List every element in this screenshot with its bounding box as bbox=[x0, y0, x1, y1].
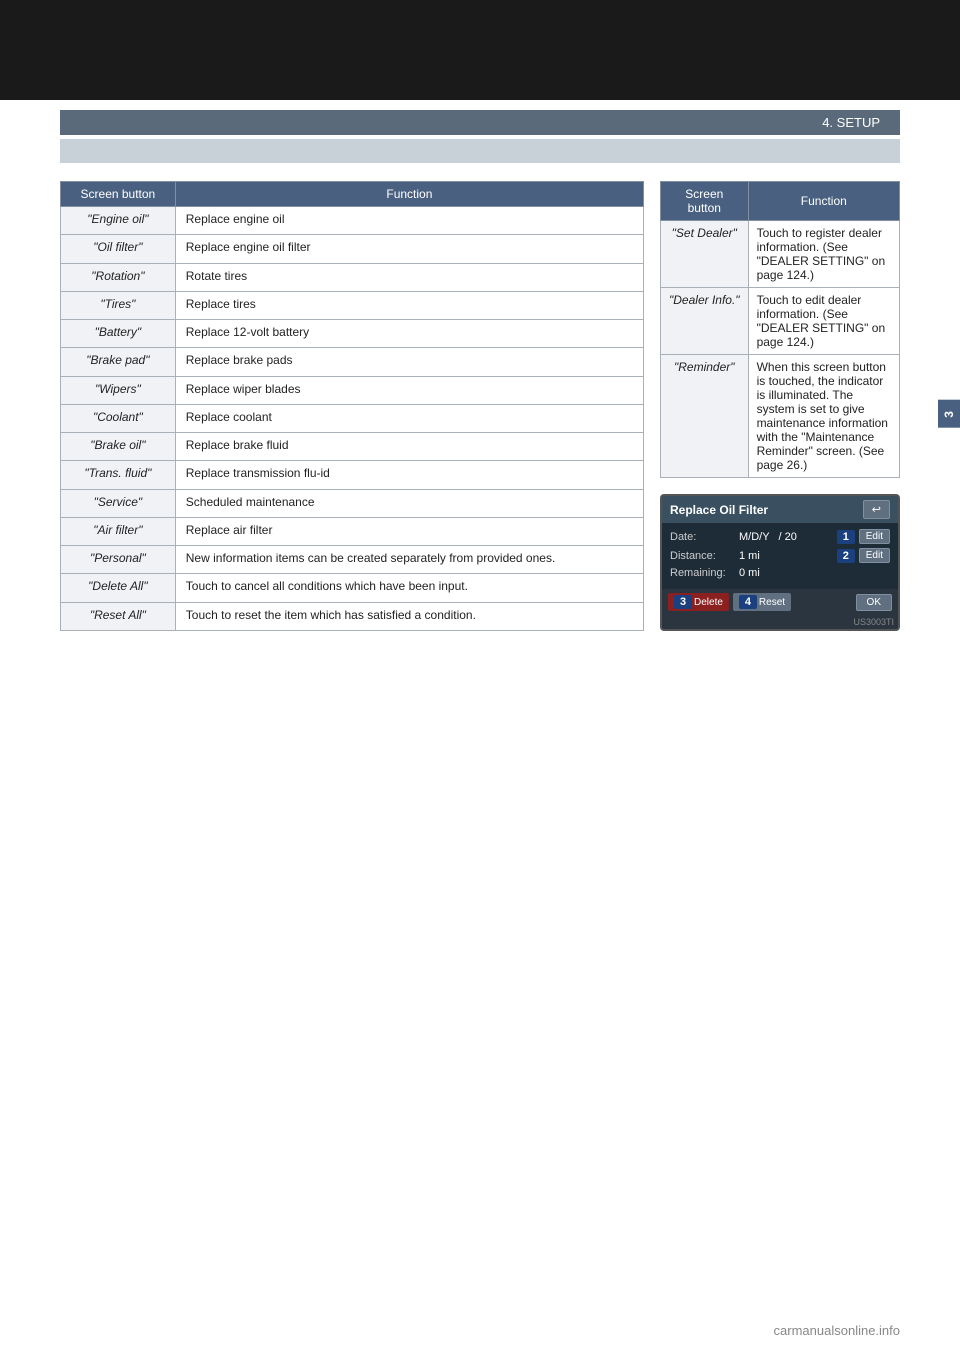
left-table-row-4: "Battery"Replace 12-volt battery bbox=[61, 320, 644, 348]
bottom-logo: carmanualsonline.info bbox=[774, 1323, 900, 1338]
reset-badge: 4 bbox=[739, 595, 757, 609]
left-row-function-11: Replace air filter bbox=[175, 517, 643, 545]
left-row-function-1: Replace engine oil filter bbox=[175, 235, 643, 263]
reset-label: Reset bbox=[759, 597, 785, 608]
left-row-button-9: "Trans. fluid" bbox=[61, 461, 176, 489]
side-tab: 3 bbox=[938, 400, 960, 428]
left-col2-header: Function bbox=[175, 182, 643, 207]
right-row-button-0: "Set Dealer" bbox=[661, 221, 749, 288]
screen-date-row: Date: M/D/Y / 20 1 Edit bbox=[670, 529, 890, 544]
left-table-row-12: "Personal"New information items can be c… bbox=[61, 546, 644, 574]
screen-body: Date: M/D/Y / 20 1 Edit Distance: 1 mi 2… bbox=[662, 523, 898, 589]
right-table-row-2: "Reminder"When this screen button is tou… bbox=[661, 355, 900, 478]
left-row-button-4: "Battery" bbox=[61, 320, 176, 348]
screen-back-button[interactable]: ↩ bbox=[863, 500, 890, 519]
screen-distance-row: Distance: 1 mi 2 Edit bbox=[670, 548, 890, 563]
left-row-function-13: Touch to cancel all conditions which hav… bbox=[175, 574, 643, 602]
left-table: Screen button Function "Engine oil"Repla… bbox=[60, 181, 644, 631]
right-row-button-1: "Dealer Info." bbox=[661, 288, 749, 355]
left-row-button-12: "Personal" bbox=[61, 546, 176, 574]
left-table-row-1: "Oil filter"Replace engine oil filter bbox=[61, 235, 644, 263]
right-row-function-0: Touch to register dealer information. (S… bbox=[748, 221, 899, 288]
distance-value: 1 mi bbox=[739, 550, 833, 562]
left-table-row-3: "Tires"Replace tires bbox=[61, 291, 644, 319]
distance-edit-button[interactable]: Edit bbox=[859, 548, 890, 563]
left-row-button-10: "Service" bbox=[61, 489, 176, 517]
left-row-function-12: New information items can be created sep… bbox=[175, 546, 643, 574]
left-row-button-2: "Rotation" bbox=[61, 263, 176, 291]
left-row-function-8: Replace brake fluid bbox=[175, 433, 643, 461]
right-table-row-1: "Dealer Info."Touch to edit dealer infor… bbox=[661, 288, 900, 355]
left-row-function-0: Replace engine oil bbox=[175, 207, 643, 235]
right-row-function-1: Touch to edit dealer information. (See "… bbox=[748, 288, 899, 355]
left-row-button-7: "Coolant" bbox=[61, 404, 176, 432]
remaining-value: 0 mi bbox=[739, 567, 890, 579]
left-table-row-8: "Brake oil"Replace brake fluid bbox=[61, 433, 644, 461]
ok-button[interactable]: OK bbox=[856, 594, 892, 611]
left-row-function-3: Replace tires bbox=[175, 291, 643, 319]
right-table-row-0: "Set Dealer"Touch to register dealer inf… bbox=[661, 221, 900, 288]
screen-footer: 3 Delete 4 Reset OK bbox=[662, 589, 898, 615]
screen-title: Replace Oil Filter bbox=[670, 503, 768, 517]
left-row-function-5: Replace brake pads bbox=[175, 348, 643, 376]
right-section: Screen button Function "Set Dealer"Touch… bbox=[660, 181, 900, 631]
date-value: M/D/Y / 20 bbox=[739, 531, 833, 543]
section-title: 4. SETUP bbox=[822, 115, 880, 130]
distance-badge: 2 bbox=[837, 549, 855, 563]
left-row-function-2: Rotate tires bbox=[175, 263, 643, 291]
left-row-button-0: "Engine oil" bbox=[61, 207, 176, 235]
delete-badge: 3 bbox=[674, 595, 692, 609]
screen-title-bar: Replace Oil Filter ↩ bbox=[662, 496, 898, 523]
left-row-button-13: "Delete All" bbox=[61, 574, 176, 602]
reset-button[interactable]: 4 Reset bbox=[733, 593, 791, 611]
right-row-button-2: "Reminder" bbox=[661, 355, 749, 478]
left-row-function-7: Replace coolant bbox=[175, 404, 643, 432]
right-col2-header: Function bbox=[748, 182, 899, 221]
left-table-row-13: "Delete All"Touch to cancel all conditio… bbox=[61, 574, 644, 602]
image-id: US3003TI bbox=[662, 615, 898, 629]
top-bar bbox=[0, 0, 960, 100]
right-col1-header: Screen button bbox=[661, 182, 749, 221]
distance-label: Distance: bbox=[670, 550, 735, 562]
date-label: Date: bbox=[670, 531, 735, 543]
date-edit-button[interactable]: Edit bbox=[859, 529, 890, 544]
date-badge: 1 bbox=[837, 530, 855, 544]
left-row-button-3: "Tires" bbox=[61, 291, 176, 319]
remaining-label: Remaining: bbox=[670, 567, 735, 579]
delete-button[interactable]: 3 Delete bbox=[668, 593, 729, 611]
left-row-function-14: Touch to reset the item which has satisf… bbox=[175, 602, 643, 630]
left-row-button-8: "Brake oil" bbox=[61, 433, 176, 461]
left-table-row-9: "Trans. fluid"Replace transmission flu-i… bbox=[61, 461, 644, 489]
right-row-function-2: When this screen button is touched, the … bbox=[748, 355, 899, 478]
left-table-row-6: "Wipers"Replace wiper blades bbox=[61, 376, 644, 404]
left-table-row-7: "Coolant"Replace coolant bbox=[61, 404, 644, 432]
left-row-button-1: "Oil filter" bbox=[61, 235, 176, 263]
left-row-button-6: "Wipers" bbox=[61, 376, 176, 404]
left-table-row-0: "Engine oil"Replace engine oil bbox=[61, 207, 644, 235]
screen-mockup: Replace Oil Filter ↩ Date: M/D/Y / 20 1 … bbox=[660, 494, 900, 631]
left-table-row-11: "Air filter"Replace air filter bbox=[61, 517, 644, 545]
left-row-button-11: "Air filter" bbox=[61, 517, 176, 545]
left-table-row-10: "Service"Scheduled maintenance bbox=[61, 489, 644, 517]
left-col1-header: Screen button bbox=[61, 182, 176, 207]
main-content: Screen button Function "Engine oil"Repla… bbox=[60, 181, 900, 631]
left-row-function-6: Replace wiper blades bbox=[175, 376, 643, 404]
left-row-function-9: Replace transmission flu-id bbox=[175, 461, 643, 489]
screen-remaining-row: Remaining: 0 mi bbox=[670, 567, 890, 579]
left-row-function-4: Replace 12-volt battery bbox=[175, 320, 643, 348]
section-header: 4. SETUP bbox=[60, 110, 900, 135]
left-table-row-5: "Brake pad"Replace brake pads bbox=[61, 348, 644, 376]
delete-label: Delete bbox=[694, 597, 723, 608]
left-row-button-14: "Reset All" bbox=[61, 602, 176, 630]
left-table-row-2: "Rotation"Rotate tires bbox=[61, 263, 644, 291]
left-row-button-5: "Brake pad" bbox=[61, 348, 176, 376]
sub-header bbox=[60, 139, 900, 163]
left-row-function-10: Scheduled maintenance bbox=[175, 489, 643, 517]
left-table-row-14: "Reset All"Touch to reset the item which… bbox=[61, 602, 644, 630]
right-table: Screen button Function "Set Dealer"Touch… bbox=[660, 181, 900, 478]
